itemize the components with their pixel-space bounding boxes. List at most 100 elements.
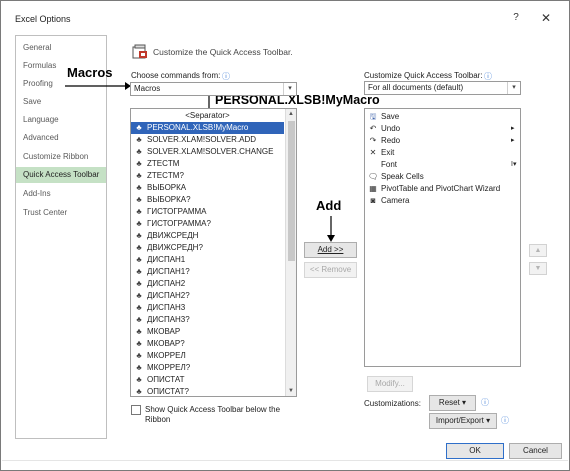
command-item[interactable]: ♣ МКОРРЕЛ? <box>131 362 284 374</box>
remove-button[interactable]: << Remove <box>304 262 357 278</box>
nav-item-general[interactable]: General <box>16 40 106 56</box>
submenu-arrow-icon[interactable]: ▸ <box>511 135 515 147</box>
ok-button[interactable]: OK <box>446 443 504 459</box>
command-item[interactable]: ♣ ZTECTM? <box>131 170 284 182</box>
title-bar: Excel Options ? ✕ <box>1 1 569 35</box>
command-item[interactable]: ♣ ДВИЖСРЕДН? <box>131 242 284 254</box>
command-item[interactable]: ♣ PERSONAL.XLSB!MyMacro <box>131 122 284 134</box>
documents-select[interactable]: For all documents (default) ▾ <box>364 81 521 95</box>
command-item[interactable]: ♣ ВЫБОРКА <box>131 182 284 194</box>
command-item[interactable]: ♣ МКОРРЕЛ <box>131 350 284 362</box>
command-item[interactable]: ♣ ГИСТОГРАММА? <box>131 218 284 230</box>
nav-item-customize-ribbon[interactable]: Customize Ribbon <box>16 149 106 165</box>
qat-item-label: Exit <box>381 148 395 157</box>
macro-icon: ♣ <box>136 375 142 384</box>
bottom-edge <box>2 460 568 461</box>
nav-item-add-ins[interactable]: Add-Ins <box>16 186 106 202</box>
customizations-label: Customizations: <box>364 399 421 408</box>
font-icon <box>368 160 378 170</box>
command-item[interactable]: ♣ ВЫБОРКА? <box>131 194 284 206</box>
annotation-arrow-macros <box>65 82 131 90</box>
qat-item[interactable]: ✕ Exit <box>365 147 520 159</box>
qat-item[interactable]: ◙ Camera <box>365 195 520 207</box>
qat-item-label: PivotTable and PivotChart Wizard <box>381 184 501 193</box>
qat-item[interactable]: ↷ Redo ▸ <box>365 135 520 147</box>
command-item[interactable]: ♣ ДВИЖСРЕДН <box>131 230 284 242</box>
annotation-macros: Macros <box>67 65 113 80</box>
cancel-button[interactable]: Cancel <box>509 443 562 459</box>
command-label: <Separator> <box>185 111 230 120</box>
close-button[interactable]: ✕ <box>537 9 555 27</box>
command-label: PERSONAL.XLSB!MyMacro <box>147 123 249 132</box>
command-label: МКОВАР <box>147 327 181 336</box>
move-up-icon[interactable]: ▲ <box>529 244 547 257</box>
command-item[interactable]: ♣ ГИСТОГРАММА <box>131 206 284 218</box>
chevron-down-icon: ▾ <box>507 82 520 94</box>
command-label: ДИСПАН1 <box>147 255 186 264</box>
qat-item-label: Font <box>381 160 398 169</box>
commands-list[interactable]: ▲ ▼ <Separator> ♣ PERSONAL.XLSB!MyMacro ♣ SO… <box>130 108 297 397</box>
macro-icon: ♣ <box>136 387 142 396</box>
modify-button-label: Modify... <box>375 379 405 388</box>
command-label: ДИСПАН3 <box>147 303 186 312</box>
command-item[interactable]: ♣ МКОВАР? <box>131 338 284 350</box>
command-item[interactable]: ♣ SOLVER.XLAM!SOLVER.CHANGE <box>131 146 284 158</box>
command-item[interactable]: ♣ SOLVER.XLAM!SOLVER.ADD <box>131 134 284 146</box>
nav-item-trust-center[interactable]: Trust Center <box>16 205 106 221</box>
modify-button[interactable]: Modify... <box>367 376 413 392</box>
qat-commands-list[interactable]: 🖫 Save ↶ Undo ▸ ↷ Redo ▸ ✕ Exit Font I▾ 🗨 Speak Cells… <box>364 108 521 367</box>
import-export-button[interactable]: Import/Export ▾ <box>429 413 497 429</box>
command-label: ZTECTM <box>147 159 180 168</box>
macro-icon: ♣ <box>136 219 142 228</box>
command-item[interactable]: ♣ ОПИСТАТ? <box>131 386 284 396</box>
command-item[interactable]: ♣ МКОВАР <box>131 326 284 338</box>
command-label: ДВИЖСРЕДН? <box>147 243 203 252</box>
macro-icon: ♣ <box>136 363 142 372</box>
commands-scrollbar[interactable]: ▲ ▼ <box>285 109 296 396</box>
command-item[interactable]: ♣ ДИСПАН3? <box>131 314 284 326</box>
qat-item[interactable]: ↶ Undo ▸ <box>365 123 520 135</box>
qat-item[interactable]: 🖫 Save <box>365 111 520 123</box>
import-export-button-label: Import/Export ▾ <box>435 416 491 425</box>
qat-item-label: Undo <box>381 124 401 133</box>
qat-item[interactable]: Font I▾ <box>365 159 520 171</box>
command-label: SOLVER.XLAM!SOLVER.ADD <box>147 135 257 144</box>
qat-item-label: Speak Cells <box>381 172 424 181</box>
qat-item[interactable]: ▦ PivotTable and PivotChart Wizard <box>365 183 520 195</box>
nav-item-language[interactable]: Language <box>16 112 106 128</box>
show-below-ribbon-checkbox[interactable] <box>131 405 141 415</box>
command-item[interactable]: ♣ ОПИСТАТ <box>131 374 284 386</box>
command-item[interactable]: ♣ ДИСПАН2 <box>131 278 284 290</box>
nav-item-advanced[interactable]: Advanced <box>16 130 106 146</box>
command-item[interactable]: ♣ ДИСПАН1? <box>131 266 284 278</box>
exit-icon: ✕ <box>369 148 377 157</box>
nav-item-quick-access-toolbar[interactable]: Quick Access Toolbar <box>16 167 106 183</box>
macro-icon: ♣ <box>136 303 142 312</box>
separator-item[interactable]: <Separator> <box>131 110 284 122</box>
macro-icon: ♣ <box>136 195 142 204</box>
scroll-thumb[interactable] <box>288 121 295 261</box>
page-header: Customize the Quick Access Toolbar. <box>153 47 293 57</box>
qat-item[interactable]: 🗨 Speak Cells <box>365 171 520 183</box>
choose-commands-select[interactable]: Macros ▾ <box>130 82 297 96</box>
macro-icon: ♣ <box>136 135 142 144</box>
command-label: ОПИСТАТ? <box>147 387 189 396</box>
command-label: ZTECTM? <box>147 171 184 180</box>
command-item[interactable]: ♣ ДИСПАН1 <box>131 254 284 266</box>
move-down-icon[interactable]: ▼ <box>529 262 547 275</box>
command-label: МКОВАР? <box>147 339 185 348</box>
add-button[interactable]: Add >> <box>304 242 357 258</box>
command-item[interactable]: ♣ ДИСПАН3 <box>131 302 284 314</box>
command-label: МКОРРЕЛ <box>147 351 186 360</box>
save-icon: 🖫 <box>369 112 377 121</box>
scroll-up-icon[interactable]: ▲ <box>286 109 296 119</box>
command-item[interactable]: ♣ ДИСПАН2? <box>131 290 284 302</box>
help-button[interactable]: ? <box>508 10 524 26</box>
submenu-arrow-icon[interactable]: ▸ <box>511 123 515 135</box>
nav-item-save[interactable]: Save <box>16 94 106 110</box>
submenu-arrow-icon[interactable]: I▾ <box>511 159 516 171</box>
command-item[interactable]: ♣ ZTECTM <box>131 158 284 170</box>
scroll-down-icon[interactable]: ▼ <box>286 386 296 396</box>
command-label: ВЫБОРКА <box>147 183 187 192</box>
reset-button[interactable]: Reset ▾ <box>429 395 476 411</box>
